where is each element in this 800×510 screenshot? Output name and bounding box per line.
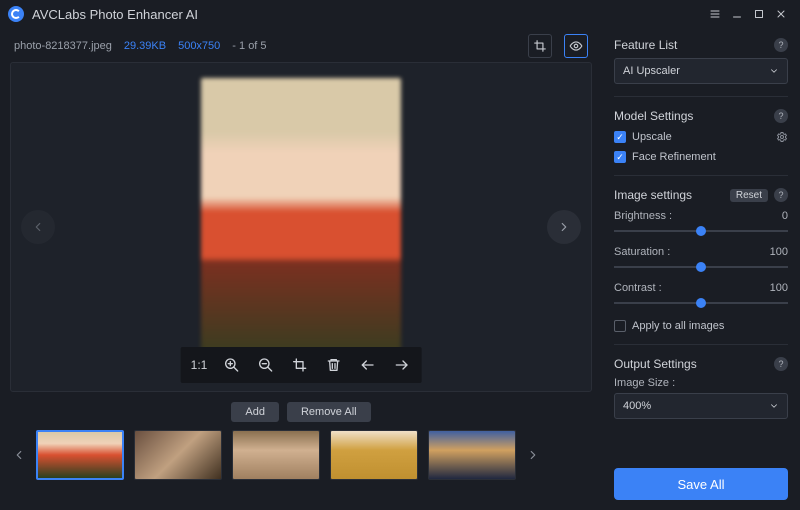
thumb-next-button[interactable] (526, 448, 540, 462)
prev-image-button[interactable] (21, 210, 55, 244)
output-settings-title: Output Settings (614, 357, 697, 371)
image-size-value: 400% (623, 400, 651, 412)
arrow-right-icon[interactable] (391, 355, 411, 375)
upscale-label: Upscale (632, 131, 672, 143)
crop-toggle-button[interactable] (528, 34, 552, 58)
thumbnail-4[interactable] (330, 430, 418, 480)
feature-list-section: Feature List ? AI Upscaler (614, 38, 788, 97)
image-size-label: Image Size : (614, 377, 788, 389)
titlebar: AVCLabs Photo Enhancer AI (0, 0, 800, 28)
preview-toggle-button[interactable] (564, 34, 588, 58)
thumbnail-strip (10, 430, 592, 480)
help-icon[interactable]: ? (774, 357, 788, 371)
arrow-left-icon[interactable] (357, 355, 377, 375)
gear-icon[interactable] (776, 131, 788, 143)
feature-dropdown[interactable]: AI Upscaler (614, 58, 788, 84)
apply-all-label: Apply to all images (632, 320, 724, 332)
crop-icon[interactable] (289, 355, 309, 375)
feature-dropdown-value: AI Upscaler (623, 65, 680, 77)
preview-image (201, 78, 401, 376)
contrast-value: 100 (770, 282, 788, 294)
help-icon[interactable]: ? (774, 109, 788, 123)
upscale-checkbox[interactable] (614, 131, 626, 143)
thumbnail-1[interactable] (36, 430, 124, 480)
app-logo (8, 6, 24, 22)
contrast-row: Contrast : 100 (614, 282, 788, 310)
brightness-slider[interactable] (614, 224, 788, 238)
chevron-down-icon (769, 401, 779, 411)
menu-button[interactable] (704, 3, 726, 25)
preview-toolbar: 1:1 (181, 347, 422, 383)
saturation-slider[interactable] (614, 260, 788, 274)
delete-icon[interactable] (323, 355, 343, 375)
brightness-label: Brightness : (614, 210, 672, 222)
zoom-out-icon[interactable] (255, 355, 275, 375)
file-dimensions: 500x750 (178, 40, 220, 52)
feature-list-title: Feature List (614, 38, 677, 52)
next-image-button[interactable] (547, 210, 581, 244)
face-refinement-label: Face Refinement (632, 151, 716, 163)
help-icon[interactable]: ? (774, 188, 788, 202)
remove-all-button[interactable]: Remove All (287, 402, 371, 422)
action-buttons: Add Remove All (10, 402, 592, 422)
face-refinement-checkbox[interactable] (614, 151, 626, 163)
apply-all-checkbox[interactable] (614, 320, 626, 332)
image-settings-title: Image settings (614, 188, 692, 202)
chevron-down-icon (769, 66, 779, 76)
image-settings-section: Image settings Reset ? Brightness : 0 Sat… (614, 188, 788, 345)
contrast-label: Contrast : (614, 282, 662, 294)
image-size-dropdown[interactable]: 400% (614, 393, 788, 419)
contrast-slider[interactable] (614, 296, 788, 310)
output-settings-section: Output Settings ? Image Size : 400% (614, 357, 788, 419)
brightness-row: Brightness : 0 (614, 210, 788, 238)
reset-button[interactable]: Reset (730, 189, 768, 202)
brightness-value: 0 (782, 210, 788, 222)
preview-area: 1:1 (10, 62, 592, 392)
model-settings-section: Model Settings ? Upscale Face Refinement (614, 109, 788, 176)
file-info-bar: photo-8218377.jpeg 29.39KB 500x750 - 1 o… (10, 34, 592, 58)
thumbnail-5[interactable] (428, 430, 516, 480)
file-size: 29.39KB (124, 40, 166, 52)
saturation-row: Saturation : 100 (614, 246, 788, 274)
model-settings-title: Model Settings (614, 109, 693, 123)
file-index: - 1 of 5 (232, 40, 266, 52)
saturation-value: 100 (770, 246, 788, 258)
minimize-button[interactable] (726, 3, 748, 25)
saturation-label: Saturation : (614, 246, 670, 258)
zoom-ratio-button[interactable]: 1:1 (191, 358, 208, 372)
zoom-in-icon[interactable] (221, 355, 241, 375)
save-all-button[interactable]: Save All (614, 468, 788, 500)
maximize-button[interactable] (748, 3, 770, 25)
thumbnail-3[interactable] (232, 430, 320, 480)
thumb-prev-button[interactable] (12, 448, 26, 462)
file-name: photo-8218377.jpeg (14, 40, 112, 52)
thumbnail-2[interactable] (134, 430, 222, 480)
add-button[interactable]: Add (231, 402, 279, 422)
close-button[interactable] (770, 3, 792, 25)
app-title: AVCLabs Photo Enhancer AI (32, 7, 198, 22)
help-icon[interactable]: ? (774, 38, 788, 52)
